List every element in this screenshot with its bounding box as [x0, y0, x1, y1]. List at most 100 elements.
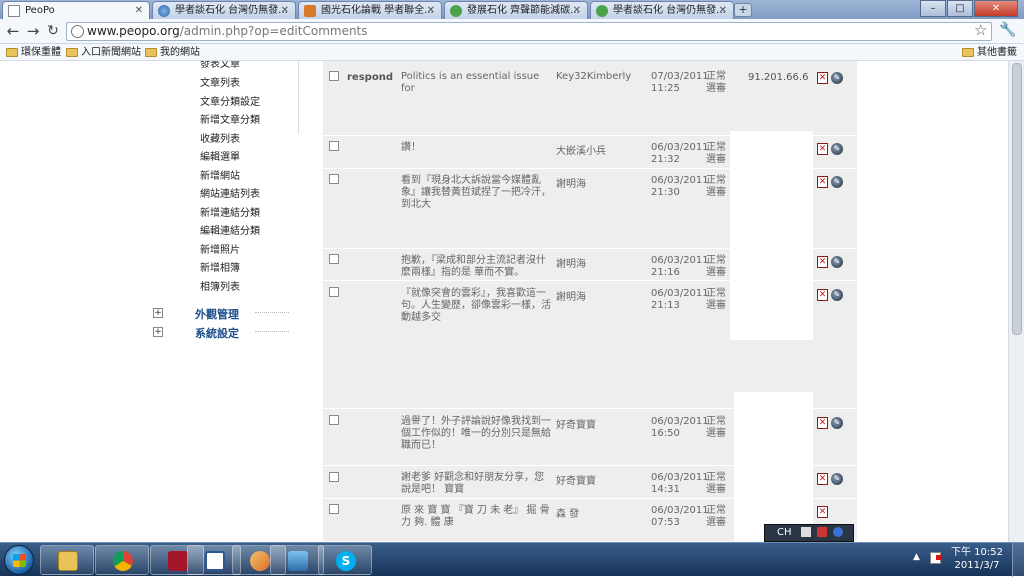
new-tab-button[interactable]: +	[734, 3, 752, 17]
comment-author: 好奇寶寶	[556, 476, 596, 487]
bookmark-label: 其他書籤	[977, 47, 1017, 58]
skype-icon: S	[336, 551, 356, 571]
row-checkbox[interactable]	[329, 174, 339, 184]
bookmark-environment[interactable]: 環保重體	[6, 46, 61, 59]
section-label: 系統設定	[195, 327, 239, 340]
row-checkbox[interactable]	[329, 287, 339, 297]
close-button[interactable]: ✕	[974, 0, 1018, 17]
ime-mode-icon[interactable]	[816, 527, 827, 537]
taskbar-chrome[interactable]	[95, 545, 149, 575]
menu-post-article[interactable]: 發表文章	[200, 61, 240, 70]
expand-icon[interactable]: +	[153, 327, 163, 337]
edit-icon[interactable]: ✎	[831, 72, 843, 84]
delete-icon[interactable]: ✕	[817, 417, 828, 429]
edit-icon[interactable]: ✎	[831, 473, 843, 485]
row-checkbox[interactable]	[329, 141, 339, 151]
section-appearance[interactable]: + 外觀管理	[153, 307, 293, 321]
menu-add-site[interactable]: 新增網站	[200, 167, 240, 182]
delete-icon[interactable]: ✕	[817, 72, 828, 84]
delete-icon[interactable]: ✕	[817, 176, 828, 188]
row-checkbox[interactable]	[329, 504, 339, 514]
show-hidden-icons-icon[interactable]: ▲	[913, 552, 920, 562]
comment-status: 正常選審	[706, 472, 726, 495]
bookmark-star-icon[interactable]: ☆	[974, 21, 987, 39]
menu-edit-link-category[interactable]: 編輯連結分類	[200, 222, 260, 237]
folder-icon	[58, 551, 78, 571]
row-checkbox[interactable]	[329, 254, 339, 264]
comment-status: 正常選審	[706, 255, 726, 278]
bookmark-label: 入口新聞網站	[81, 47, 141, 58]
edit-icon[interactable]: ✎	[831, 143, 843, 155]
start-button[interactable]	[4, 545, 34, 575]
show-desktop-button[interactable]	[1012, 543, 1024, 577]
clock-date: 2011/3/7	[954, 560, 1000, 571]
menu-category-settings[interactable]: 文章分類設定	[200, 93, 260, 108]
section-system-settings[interactable]: + 系統設定	[153, 326, 293, 340]
menu-album-list[interactable]: 相簿列表	[200, 278, 240, 293]
ime-icon[interactable]	[800, 527, 811, 537]
tab-close-icon[interactable]: ✕	[719, 2, 727, 19]
tab-petrochem[interactable]: 發展石化 齊聲節能減碳... ✕	[444, 1, 588, 19]
edit-icon[interactable]: ✎	[831, 417, 843, 429]
comment-content: 看到『現身北大訴說當今媒體亂象』讓我替黃哲斌捏了一把冷汗，到北大	[401, 175, 551, 210]
folder-icon	[66, 48, 78, 57]
system-clock[interactable]: 下午 10:52 2011/3/7	[945, 546, 1009, 572]
edit-icon[interactable]: ✎	[831, 176, 843, 188]
tab-scholar-1[interactable]: 學者談石化 台灣仍無發... ✕	[152, 1, 296, 19]
comment-row: respond Politics is an essential issue f…	[323, 61, 857, 136]
minimize-button[interactable]: –	[920, 0, 946, 17]
tab-close-icon[interactable]: ✕	[135, 2, 143, 19]
expand-icon[interactable]: +	[153, 308, 163, 318]
tab-scholar-2[interactable]: 學者談石化 台灣仍無發... ✕	[590, 1, 734, 19]
tab-label: 學者談石化 台灣仍無發...	[175, 5, 288, 16]
delete-icon[interactable]: ✕	[817, 506, 828, 518]
taskbar-photo-viewer[interactable]	[270, 545, 324, 575]
ip-column-blank	[730, 131, 813, 340]
forward-arrow-icon[interactable]: →	[24, 23, 42, 40]
reload-icon[interactable]: ↻	[44, 23, 62, 40]
vertical-scrollbar[interactable]	[1008, 61, 1024, 542]
tab-close-icon[interactable]: ✕	[281, 2, 289, 19]
maximize-button[interactable]: □	[947, 0, 973, 17]
wrench-icon[interactable]: 🔧	[999, 22, 1016, 38]
comment-title[interactable]: respond	[347, 72, 393, 83]
delete-icon[interactable]: ✕	[817, 473, 828, 485]
bookmark-other[interactable]: 其他書籤	[962, 46, 1017, 59]
delete-icon[interactable]: ✕	[817, 256, 828, 268]
row-checkbox[interactable]	[329, 71, 339, 81]
menu-edit-menu[interactable]: 編輯選單	[200, 148, 240, 163]
scrollbar-thumb[interactable]	[1012, 63, 1022, 335]
comment-content: 過譽了！外子評論說好像我找到一個工作似的！唯一的分別只是無給職而已！	[401, 416, 551, 451]
edit-icon[interactable]: ✎	[831, 256, 843, 268]
comment-author: 謝明海	[556, 292, 586, 303]
word-icon	[205, 551, 225, 571]
row-checkbox[interactable]	[329, 415, 339, 425]
address-bar[interactable]: www.peopo.org/admin.php?op=editComments	[66, 22, 992, 41]
tab-close-icon[interactable]: ✕	[573, 2, 581, 19]
menu-link-list[interactable]: 網站連結列表	[200, 185, 260, 200]
delete-icon[interactable]: ✕	[817, 143, 828, 155]
back-arrow-icon[interactable]: ←	[4, 23, 22, 40]
tab-guoguang[interactable]: 國光石化論戰 學者聯全... ✕	[298, 1, 442, 19]
language-bar[interactable]: CH	[764, 524, 854, 542]
menu-add-category[interactable]: 新增文章分類	[200, 111, 260, 126]
help-icon[interactable]	[833, 527, 844, 537]
menu-add-link-category[interactable]: 新增連結分類	[200, 204, 260, 219]
action-center-flag-icon[interactable]	[930, 552, 941, 564]
menu-add-album[interactable]: 新增相簿	[200, 259, 240, 274]
tab-close-icon[interactable]: ✕	[427, 2, 435, 19]
comment-status: 正常選審	[706, 175, 726, 198]
taskbar-skype[interactable]: S	[318, 545, 372, 575]
tab-peopo[interactable]: PeoPo ✕	[2, 1, 150, 19]
comment-date: 06/03/2011 14:31	[651, 472, 709, 495]
row-checkbox[interactable]	[329, 472, 339, 482]
edit-icon[interactable]: ✎	[831, 289, 843, 301]
bookmark-my-sites[interactable]: 我的網站	[145, 46, 200, 59]
menu-article-list[interactable]: 文章列表	[200, 74, 240, 89]
menu-favorites[interactable]: 收藏列表	[200, 130, 240, 145]
menu-add-photo[interactable]: 新增照片	[200, 241, 240, 256]
bookmark-news-portals[interactable]: 入口新聞網站	[66, 46, 141, 59]
taskbar-explorer[interactable]	[40, 545, 94, 575]
delete-icon[interactable]: ✕	[817, 289, 828, 301]
dotted-separator	[255, 312, 289, 314]
